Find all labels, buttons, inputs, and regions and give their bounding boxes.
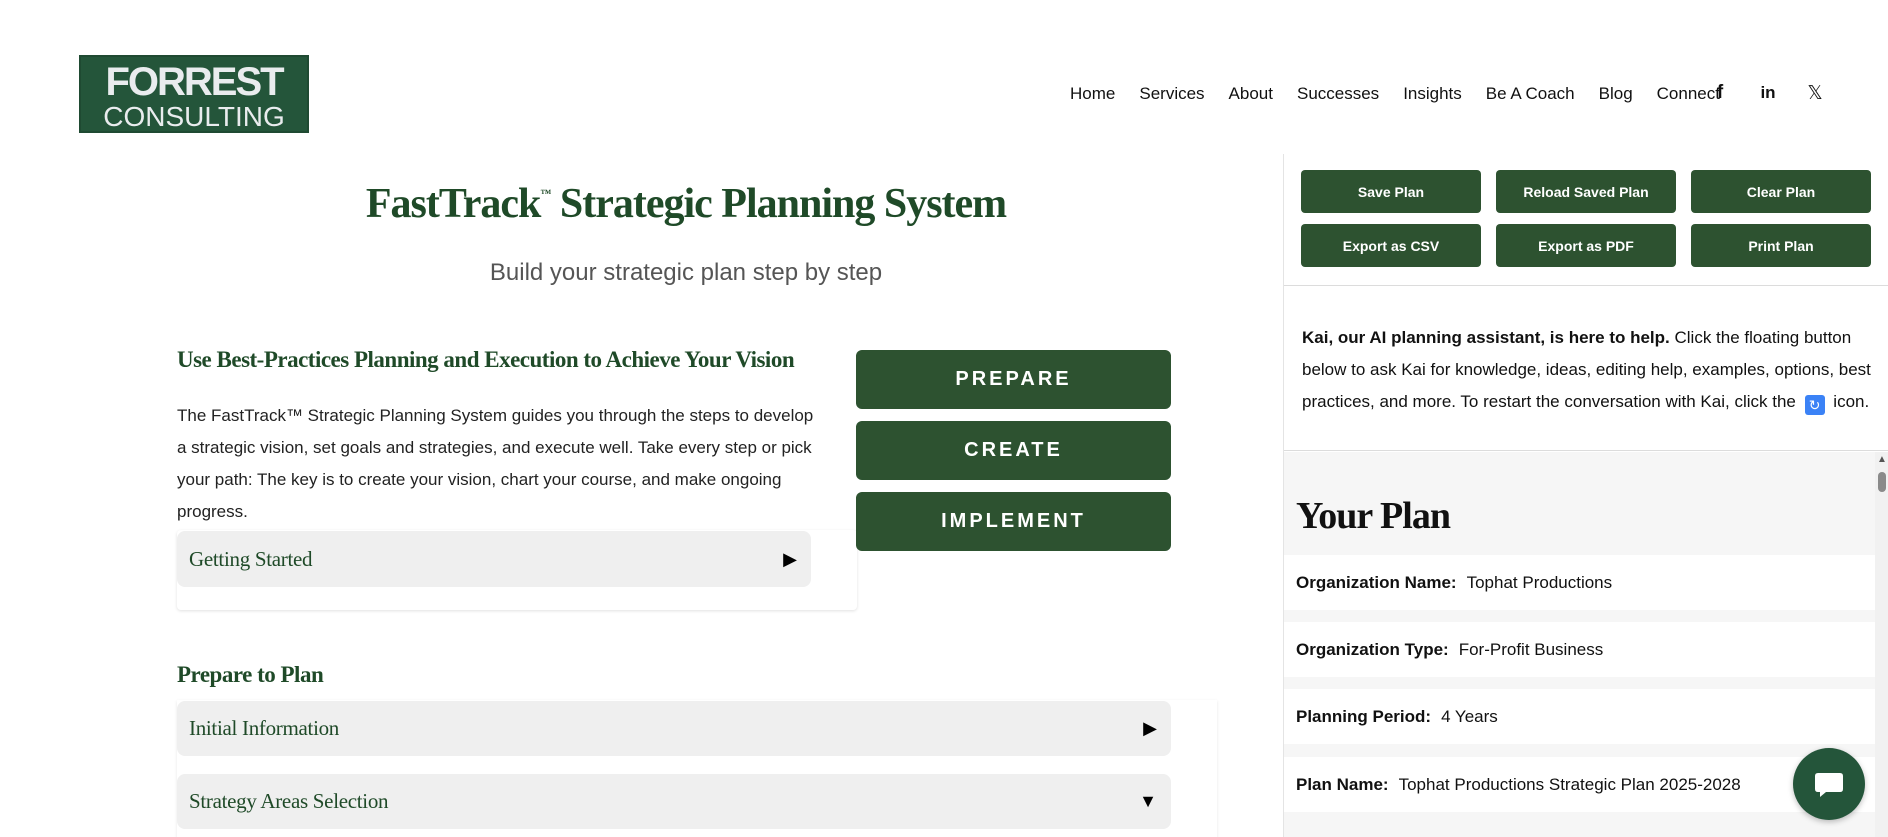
plan-row-label: Plan Name:	[1296, 774, 1389, 794]
nav-insights[interactable]: Insights	[1403, 84, 1462, 104]
getting-started-accordion[interactable]: Getting Started ▶	[177, 531, 811, 587]
implement-button[interactable]: IMPLEMENT	[856, 492, 1171, 551]
scrollbar-thumb[interactable]	[1878, 472, 1886, 492]
logo-line-2: CONSULTING	[103, 101, 285, 132]
clear-plan-button[interactable]: Clear Plan	[1691, 170, 1871, 213]
plan-row-label: Planning Period:	[1296, 706, 1432, 726]
main-nav: Home Services About Successes Insights B…	[1070, 84, 1744, 104]
expand-arrow-icon: ▶	[1143, 718, 1157, 738]
prepare-to-plan-heading: Prepare to Plan	[177, 662, 324, 687]
export-csv-button[interactable]: Export as CSV	[1301, 224, 1481, 267]
plan-row-value: For-Profit Business	[1458, 639, 1604, 659]
nav-blog[interactable]: Blog	[1599, 84, 1633, 104]
divider	[1284, 450, 1888, 451]
nav-be-a-coach[interactable]: Be A Coach	[1486, 84, 1575, 104]
plan-row-label: Organization Name:	[1296, 572, 1457, 592]
plan-row-organization-type: Organization Type: For-Profit Business	[1284, 622, 1876, 677]
save-plan-button[interactable]: Save Plan	[1301, 170, 1481, 213]
initial-information-accordion[interactable]: Initial Information ▶	[177, 701, 1171, 756]
nav-about[interactable]: About	[1229, 84, 1273, 104]
divider	[1284, 285, 1888, 286]
kai-chat-button[interactable]	[1793, 748, 1865, 820]
logo-line-1: FORREST	[105, 60, 284, 104]
facebook-icon[interactable]: f	[1707, 80, 1733, 106]
kai-help-tail: icon.	[1828, 392, 1870, 411]
forrest-consulting-logo[interactable]: FORREST CONSULTING	[79, 55, 309, 133]
accordion-label: Getting Started	[189, 546, 313, 571]
accordion-label: Strategy Areas Selection	[189, 789, 389, 813]
section-heading: Use Best-Practices Planning and Executio…	[177, 347, 795, 372]
reload-saved-plan-button[interactable]: Reload Saved Plan	[1496, 170, 1676, 213]
nav-successes[interactable]: Successes	[1297, 84, 1379, 104]
trademark-mark: ™	[540, 188, 551, 200]
your-plan-heading: Your Plan	[1296, 495, 1451, 537]
x-twitter-icon[interactable]: 𝕏	[1802, 80, 1828, 106]
page-subtitle: Build your strategic plan step by step	[489, 259, 883, 286]
chat-bubble-icon	[1815, 773, 1843, 797]
collapse-arrow-icon: ▼	[1139, 791, 1157, 811]
plan-row-planning-period: Planning Period: 4 Years	[1284, 689, 1876, 744]
prepare-button[interactable]: PREPARE	[856, 350, 1171, 409]
plan-row-value: 4 Years	[1441, 706, 1498, 726]
plan-row-value: Tophat Productions	[1466, 572, 1613, 592]
accordion-label: Initial Information	[189, 716, 340, 740]
print-plan-button[interactable]: Print Plan	[1691, 224, 1871, 267]
export-pdf-button[interactable]: Export as PDF	[1496, 224, 1676, 267]
kai-help-text: Kai, our AI planning assistant, is here …	[1302, 322, 1872, 418]
page-title: FastTrack™ Strategic Planning System	[300, 180, 1072, 228]
plan-row-value: Tophat Productions Strategic Plan 2025-2…	[1398, 774, 1741, 794]
plan-sidebar: Save Plan Reload Saved Plan Clear Plan E…	[1283, 154, 1888, 837]
page-title-brand: FastTrack	[365, 181, 542, 227]
nav-home[interactable]: Home	[1070, 84, 1115, 104]
plan-row-organization-name: Organization Name: Tophat Productions	[1284, 555, 1876, 610]
refresh-icon: ↻	[1804, 395, 1825, 415]
strategy-areas-accordion[interactable]: Strategy Areas Selection ▼	[177, 774, 1171, 829]
linkedin-icon[interactable]: in	[1755, 80, 1781, 106]
plan-scrollbar[interactable]: ▲	[1875, 452, 1888, 837]
create-button[interactable]: CREATE	[856, 421, 1171, 480]
scroll-up-arrow-icon[interactable]: ▲	[1877, 454, 1887, 465]
plan-row-label: Organization Type:	[1296, 639, 1449, 659]
page-title-rest: Strategic Planning System	[550, 181, 1007, 227]
nav-services[interactable]: Services	[1139, 84, 1204, 104]
plan-row-plan-name: Plan Name: Tophat Productions Strategic …	[1284, 757, 1876, 812]
expand-arrow-icon: ▶	[783, 548, 797, 569]
kai-help-bold: Kai, our AI planning assistant, is here …	[1302, 328, 1670, 347]
intro-paragraph: The FastTrack™ Strategic Planning System…	[177, 406, 814, 521]
